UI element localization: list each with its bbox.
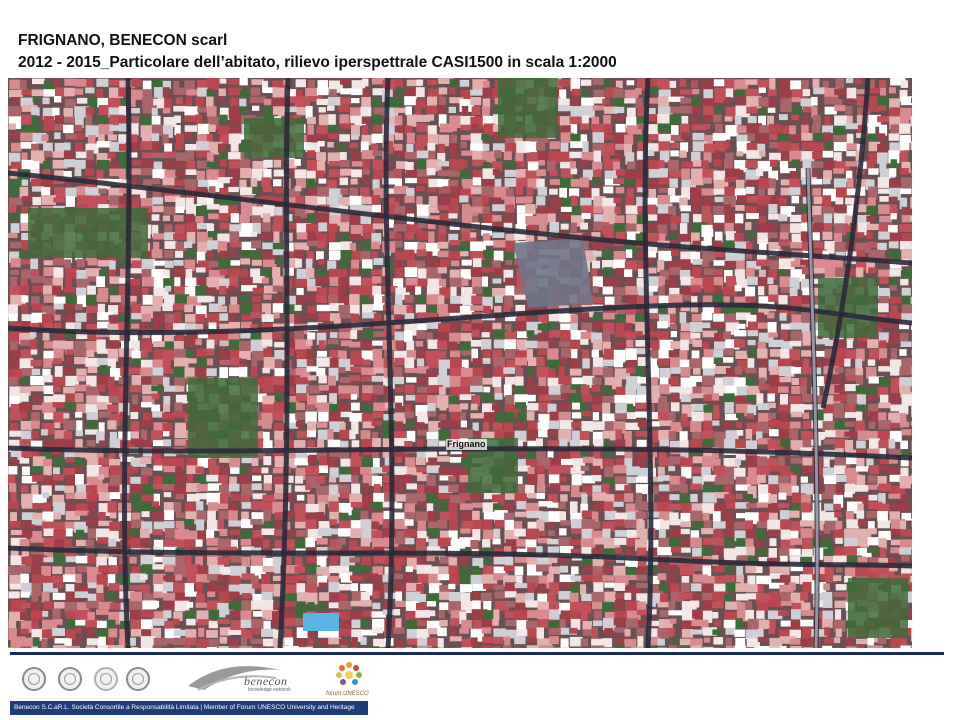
forum-unesco-text: forum UNESCO <box>326 691 369 697</box>
title-block: FRIGNANO, BENECON scarl 2012 - 2015_Part… <box>18 30 617 74</box>
page-subtitle: 2012 - 2015_Particolare dell’abitato, ri… <box>18 54 617 71</box>
seal-icon <box>22 667 46 691</box>
aerial-map-image <box>8 78 912 648</box>
footer-bar: Benecon S.C.aR.L. Società Consortile a R… <box>10 701 368 715</box>
seal-icon <box>126 667 150 691</box>
seal-icon <box>94 667 118 691</box>
benecon-subtitle: knowledge network <box>248 687 291 693</box>
aerial-map[interactable]: Frignano <box>8 78 912 648</box>
partner-logos: benecon knowledge network forum UNESCO <box>12 660 372 700</box>
page-title: FRIGNANO, BENECON scarl <box>18 32 228 49</box>
place-label-frignano: Frignano <box>446 439 487 450</box>
seal-icon <box>58 667 82 691</box>
footer-divider <box>10 652 944 655</box>
